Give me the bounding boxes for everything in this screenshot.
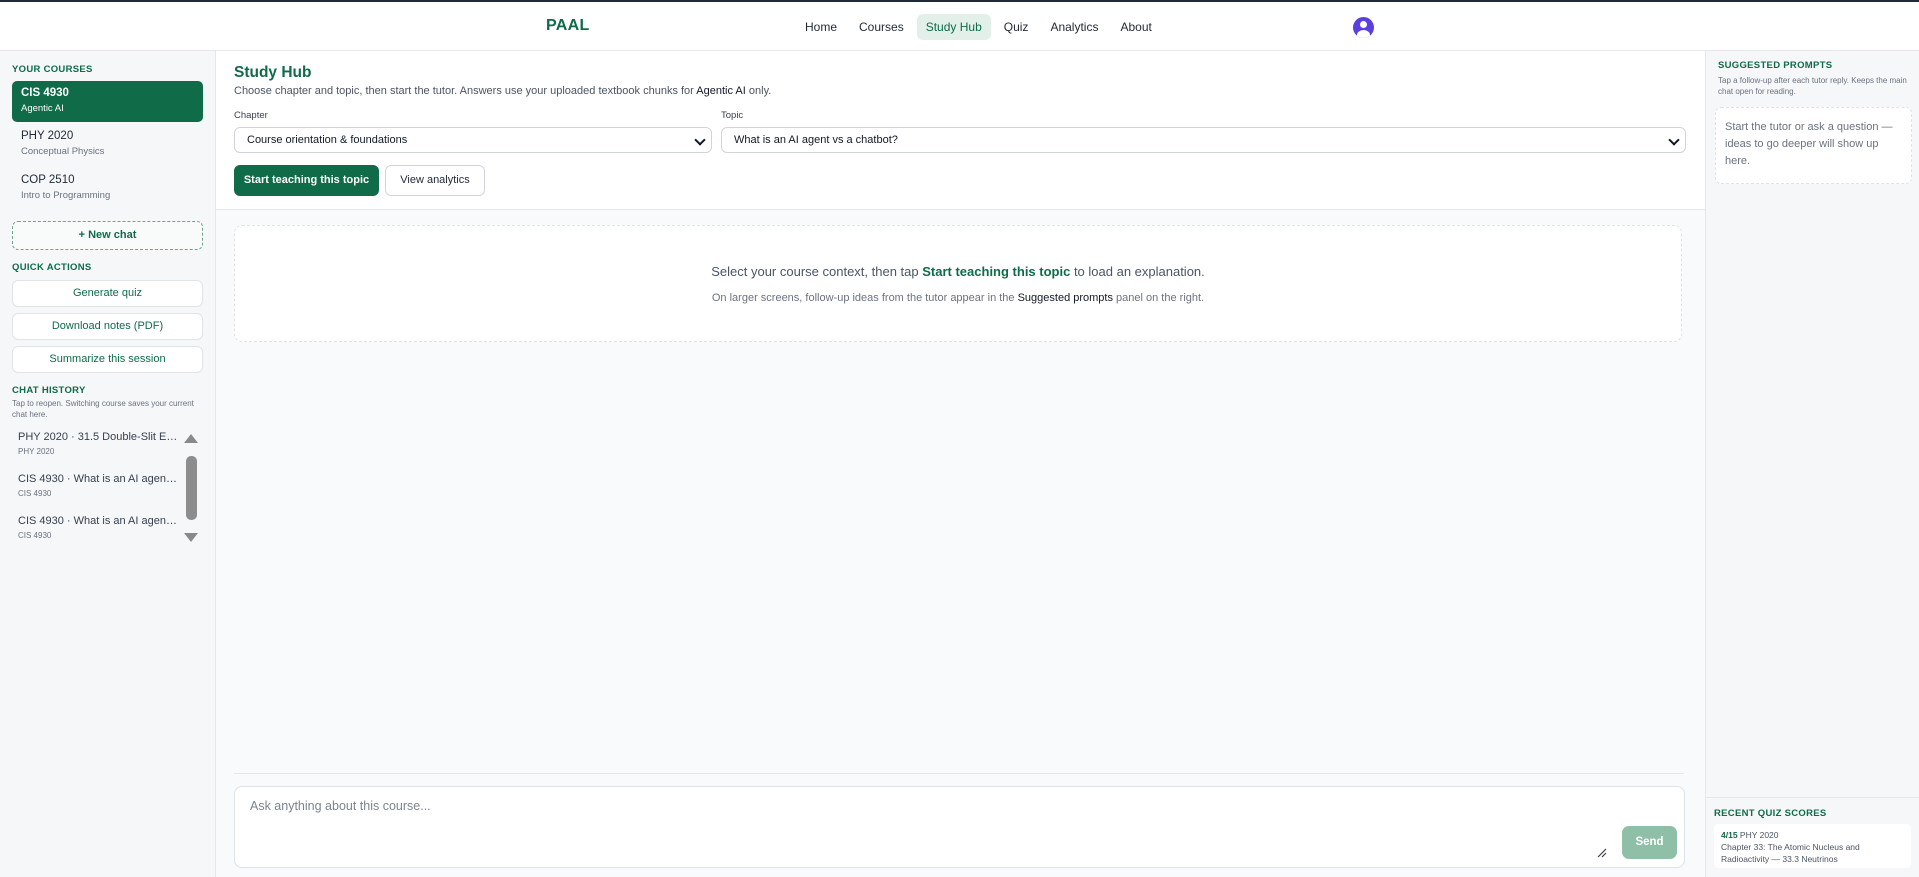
- course-item-cop-2510[interactable]: COP 2510 Intro to Programming: [12, 168, 203, 209]
- course-code: PHY 2020: [21, 130, 74, 142]
- download-notes-button[interactable]: Download notes (PDF): [12, 313, 203, 340]
- nav-study-hub[interactable]: Study Hub: [916, 14, 991, 40]
- chat-history-title: CHAT HISTORY: [12, 385, 86, 396]
- top-header: PAAL Home Courses Study Hub Quiz Analyti…: [0, 2, 1919, 51]
- empty-text-end: to load an explanation.: [1070, 264, 1205, 279]
- chat-history-note: Tap to reopen. Switching course saves yo…: [12, 399, 194, 419]
- nav-about[interactable]: About: [1111, 14, 1160, 40]
- subtitle-text: Choose chapter and topic, then start the…: [234, 85, 697, 97]
- empty-text: Select your course context, then tap: [711, 264, 923, 279]
- topic-selected-value: What is an AI agent vs a chatbot?: [734, 134, 898, 146]
- course-code: COP 2510: [21, 174, 75, 186]
- quiz-score-chapter: Chapter 33: The Atomic Nucleus and Radio…: [1721, 842, 1860, 864]
- page-title: Study Hub: [234, 64, 312, 81]
- history-item-title: PHY 2020 · 31.5 Double-Slit Experiment: [18, 431, 178, 443]
- view-analytics-button[interactable]: View analytics: [385, 165, 485, 196]
- course-name: Intro to Programming: [21, 190, 111, 201]
- suggested-prompts-placeholder: Start the tutor or ask a question — idea…: [1715, 107, 1912, 184]
- start-teaching-button[interactable]: Start teaching this topic: [234, 165, 379, 196]
- chat-composer: Send: [234, 786, 1685, 868]
- hint-text: On larger screens, follow-up ideas from …: [711, 292, 1018, 304]
- nav-courses[interactable]: Courses: [850, 14, 913, 40]
- new-chat-button[interactable]: + New chat: [12, 221, 203, 250]
- send-button[interactable]: Send: [1622, 826, 1677, 859]
- history-item-title: CIS 4930 · What is an AI agent vs a chat…: [18, 473, 178, 485]
- history-item-title: CIS 4930 · What is an AI agent vs a chat…: [18, 515, 178, 527]
- avatar-head: [1360, 21, 1367, 28]
- empty-text-bold: Start teaching this topic: [922, 264, 1071, 279]
- avatar-body: [1357, 30, 1370, 38]
- history-item-course: PHY 2020: [18, 447, 55, 456]
- page-subtitle: Choose chapter and topic, then start the…: [234, 85, 771, 97]
- chat-input[interactable]: [250, 799, 1350, 813]
- hint-text-end: panel on the right.: [1112, 292, 1205, 304]
- history-item[interactable]: CIS 4930 · What is an AI agent vs a chat…: [18, 473, 178, 498]
- course-item-cis-4930[interactable]: CIS 4930 Agentic AI: [12, 81, 203, 122]
- empty-state-message: Select your course context, then tap Sta…: [235, 264, 1681, 279]
- course-code: CIS 4930: [21, 87, 69, 99]
- chapter-label: Chapter: [234, 110, 268, 121]
- scroll-down-arrow-icon[interactable]: [184, 533, 198, 542]
- main-nav: Home Courses Study Hub Quiz Analytics Ab…: [796, 14, 1161, 40]
- suggested-prompts-title: SUGGESTED PROMPTS: [1718, 60, 1833, 71]
- subtitle-course: Agentic AI: [696, 85, 746, 97]
- brand-logo[interactable]: PAAL: [546, 17, 590, 35]
- chevron-down-icon: [694, 134, 706, 146]
- chapter-select[interactable]: Course orientation & foundations: [234, 127, 712, 153]
- main-content: Study Hub Choose chapter and topic, then…: [216, 51, 1705, 877]
- quick-actions-title: QUICK ACTIONS: [12, 262, 92, 273]
- course-item-phy-2020[interactable]: PHY 2020 Conceptual Physics: [12, 124, 203, 165]
- resize-handle-icon[interactable]: [1597, 848, 1607, 858]
- nav-quiz[interactable]: Quiz: [995, 14, 1038, 40]
- nav-analytics[interactable]: Analytics: [1041, 14, 1107, 40]
- suggested-prompts-note: Tap a follow-up after each tutor reply. …: [1718, 76, 1907, 96]
- right-panel: SUGGESTED PROMPTS Tap a follow-up after …: [1705, 51, 1919, 877]
- generate-quiz-button[interactable]: Generate quiz: [12, 280, 203, 307]
- user-avatar-icon[interactable]: [1353, 17, 1374, 38]
- summarize-session-button[interactable]: Summarize this session: [12, 346, 203, 373]
- study-hub-controls: Study Hub Choose chapter and topic, then…: [216, 51, 1705, 210]
- history-item-course: CIS 4930: [18, 531, 52, 540]
- recent-quiz-scores-title: RECENT QUIZ SCORES: [1714, 808, 1827, 819]
- history-scrollbar-thumb[interactable]: [186, 456, 197, 520]
- empty-state-card: Select your course context, then tap Sta…: [234, 225, 1682, 342]
- chapter-selected-value: Course orientation & foundations: [247, 134, 408, 146]
- scroll-up-arrow-icon[interactable]: [184, 434, 198, 443]
- composer-divider: [234, 773, 1684, 774]
- hint-highlight: Suggested prompts: [1017, 292, 1113, 304]
- quiz-score-line: 4/15 PHY 2020: [1721, 829, 1904, 841]
- history-item[interactable]: CIS 4930 · What is an AI agent vs a chat…: [18, 515, 178, 540]
- history-item-course: CIS 4930: [18, 489, 52, 498]
- quiz-score-value: 4/15: [1721, 830, 1738, 840]
- chevron-down-icon: [1668, 134, 1680, 146]
- empty-state-hint: On larger screens, follow-up ideas from …: [235, 292, 1681, 304]
- topic-label: Topic: [721, 110, 744, 121]
- history-item[interactable]: PHY 2020 · 31.5 Double-Slit Experiment P…: [18, 431, 178, 456]
- course-name: Agentic AI: [21, 103, 64, 114]
- courses-section-title: YOUR COURSES: [12, 64, 93, 75]
- left-sidebar: YOUR COURSES CIS 4930 Agentic AI PHY 202…: [0, 51, 216, 877]
- nav-home[interactable]: Home: [796, 14, 846, 40]
- course-name: Conceptual Physics: [21, 146, 105, 157]
- right-panel-divider: [1706, 797, 1919, 798]
- topic-select[interactable]: What is an AI agent vs a chatbot?: [721, 127, 1686, 153]
- quiz-score-course: PHY 2020: [1739, 830, 1779, 840]
- subtitle-text-end: only.: [745, 85, 772, 97]
- quiz-score-item[interactable]: 4/15 PHY 2020 Chapter 33: The Atomic Nuc…: [1714, 824, 1911, 868]
